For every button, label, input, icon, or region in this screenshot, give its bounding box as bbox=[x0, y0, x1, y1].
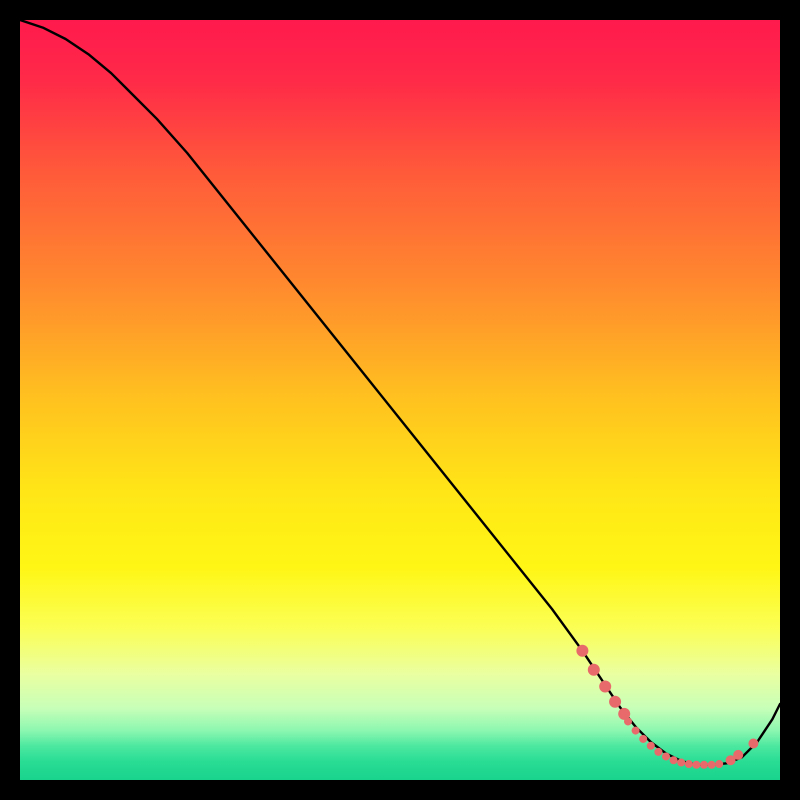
highlight-dot bbox=[748, 739, 758, 749]
highlight-dot bbox=[715, 760, 723, 768]
highlight-dot bbox=[647, 742, 655, 750]
highlight-dot bbox=[662, 752, 670, 760]
highlight-dot bbox=[677, 759, 685, 767]
chart-svg bbox=[20, 20, 780, 780]
highlight-dot bbox=[700, 761, 708, 769]
highlight-dot bbox=[733, 750, 743, 760]
highlight-dot bbox=[654, 748, 662, 756]
highlight-dot bbox=[599, 681, 611, 693]
chart-frame: TheBottlenecker.com bbox=[20, 20, 780, 780]
highlight-dot bbox=[624, 717, 632, 725]
highlight-dot bbox=[576, 645, 588, 657]
highlight-dot bbox=[692, 761, 700, 769]
highlight-dot bbox=[609, 696, 621, 708]
highlight-dot bbox=[639, 735, 647, 743]
highlight-dot bbox=[670, 756, 678, 764]
highlight-dot bbox=[588, 664, 600, 676]
highlight-dot bbox=[708, 761, 716, 769]
highlight-dot bbox=[685, 760, 693, 768]
highlight-dot bbox=[632, 727, 640, 735]
gradient-background bbox=[20, 20, 780, 780]
